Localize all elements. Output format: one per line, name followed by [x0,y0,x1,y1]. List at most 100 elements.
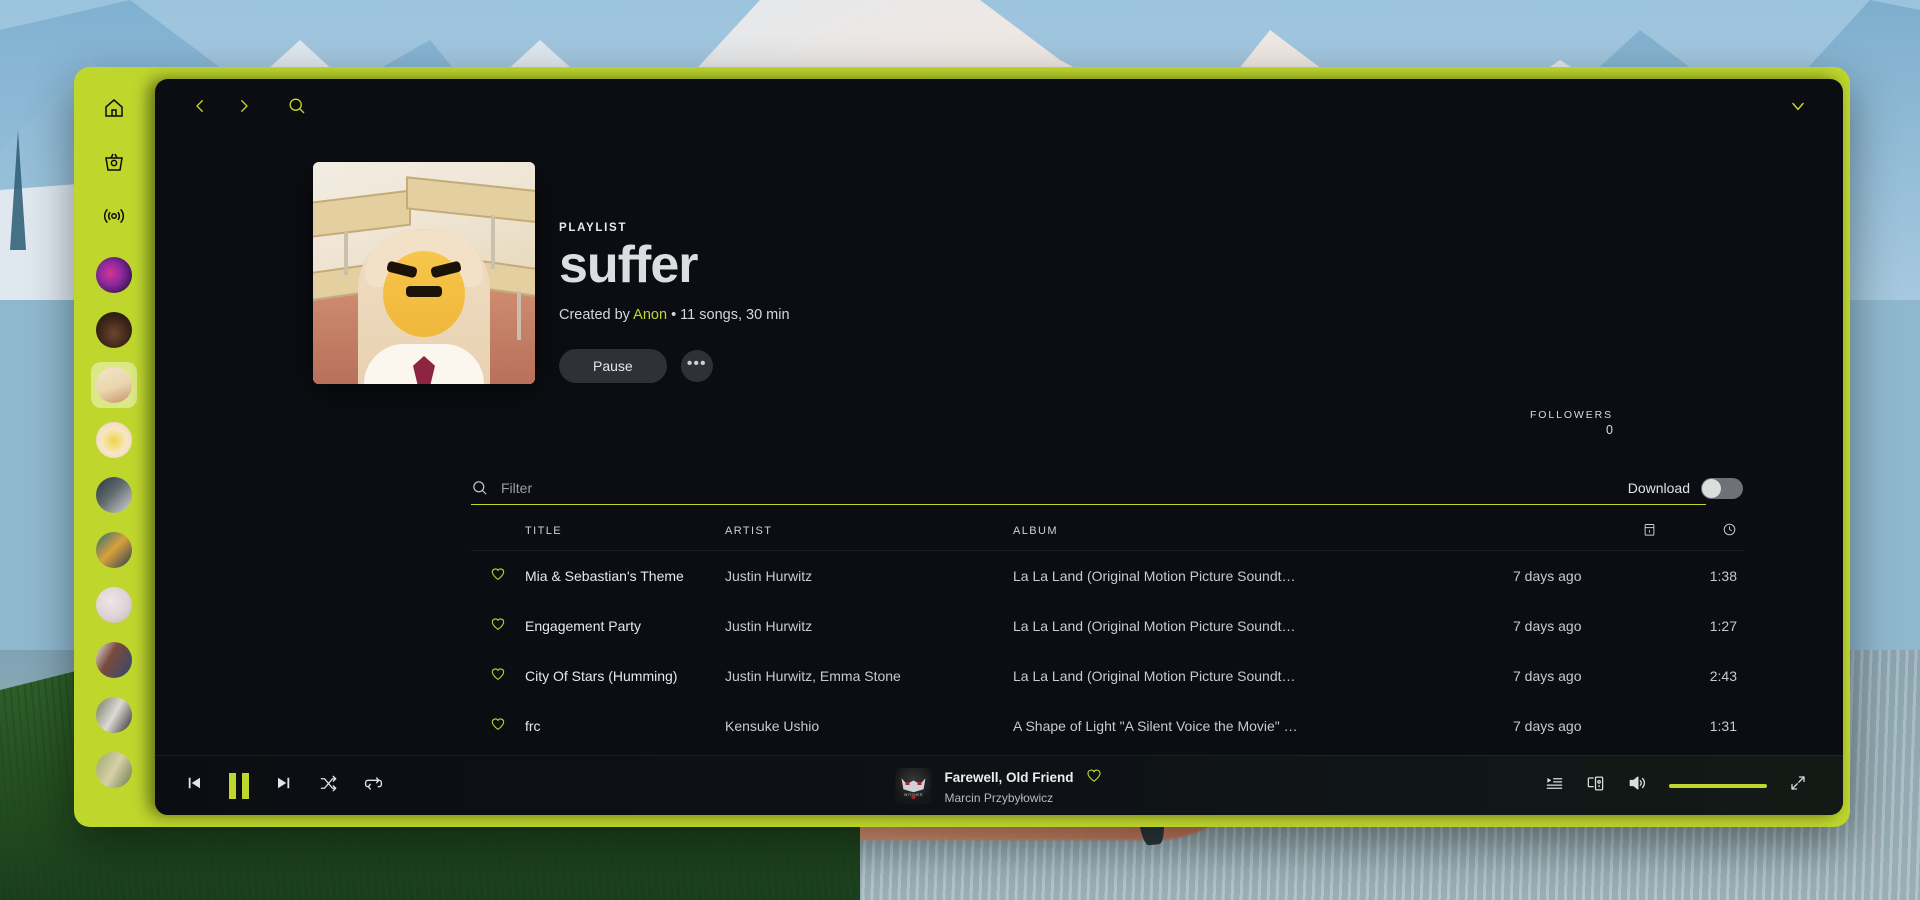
track-duration: 1:27 [1709,618,1737,634]
playlist-type-label: PLAYLIST [559,222,628,235]
track-album[interactable]: La La Land (Original Motion Picture Soun… [1013,668,1513,684]
track-album[interactable]: A Shape of Light "A Silent Voice the Mov… [1013,718,1513,734]
shuffle-icon [319,774,338,798]
track-list: TITLE ARTIST ALBUM Mia & Sebastian's The… [471,511,1743,755]
avatar [96,587,132,623]
track-date-added: 7 days ago [1513,668,1582,684]
volume-button[interactable] [1627,773,1647,798]
heart-icon [490,716,506,737]
sidebar-item-radio[interactable] [92,189,136,243]
topbar [155,79,1843,137]
track-artist[interactable]: Justin Hurwitz [725,618,1013,634]
track-artist[interactable]: Kensuke Ushio [725,718,1013,734]
column-header-album[interactable]: ALBUM [1013,525,1513,537]
volume-high-icon [1627,773,1647,798]
filter-field[interactable] [471,471,1706,505]
broadcast-icon [102,204,126,228]
sidebar-item-home[interactable] [92,81,136,135]
track-artist[interactable]: Justin Hurwitz [725,568,1013,584]
sidebar-playlist-6[interactable] [91,527,137,573]
heart-icon [490,616,506,637]
followers-label: FOLLOWERS [1529,409,1613,421]
track-date-added: 7 days ago [1513,568,1582,584]
track-album[interactable]: La La Land (Original Motion Picture Soun… [1013,568,1513,584]
column-header-title[interactable]: TITLE [525,525,725,537]
avatar [96,752,132,788]
chevron-left-icon [191,97,209,120]
created-by-label: Created by [559,307,634,323]
table-header-row: TITLE ARTIST ALBUM [471,511,1743,551]
like-button[interactable] [1086,767,1103,789]
followers-box: FOLLOWERS 0 [1530,409,1613,437]
playlist-actions: Pause ••• [559,349,790,383]
chevron-right-icon [235,97,253,120]
track-title: City Of Stars (Humming) [525,668,678,684]
track-rows-container: Mia & Sebastian's Theme Justin Hurwitz La … [471,551,1743,755]
table-row[interactable]: Mia & Sebastian's Theme Justin Hurwitz La … [471,551,1743,601]
play-pause-button[interactable] [229,772,249,799]
player-transport-controls [155,772,383,799]
column-header-duration[interactable] [1663,522,1743,540]
creator-link[interactable]: Anon [633,307,667,323]
search-button[interactable] [279,91,313,125]
track-album[interactable]: La La Land (Original Motion Picture Soun… [1013,618,1513,634]
track-date-added: 7 days ago [1513,618,1582,634]
filter-input[interactable] [501,479,1706,496]
ellipsis-icon: ••• [686,354,707,372]
table-row[interactable]: frc Kensuke Ushio A Shape of Light "A Sile… [471,701,1743,751]
now-playing: WITCHER Farewell, Old Friend Marcin Przy… [895,767,1102,805]
like-button[interactable] [471,566,525,587]
calendar-icon [1642,522,1657,540]
sidebar-playlist-10[interactable] [91,747,137,793]
sidebar [74,67,154,827]
track-artist[interactable]: Justin Hurwitz, Emma Stone [725,668,1013,684]
sidebar-playlist-9[interactable] [91,692,137,738]
next-button[interactable] [275,774,293,797]
repeat-button[interactable] [364,774,383,798]
now-playing-title: Farewell, Old Friend [944,770,1074,785]
connect-device-button[interactable] [1586,774,1605,798]
avatar [96,532,132,568]
download-toggle[interactable] [1701,477,1743,499]
more-options-button[interactable]: ••• [680,350,713,382]
fullscreen-button[interactable] [1789,774,1807,797]
sidebar-playlist-5[interactable] [91,472,137,518]
track-duration: 1:38 [1709,568,1737,584]
repeat-icon [364,774,383,798]
back-button[interactable] [183,91,217,125]
sidebar-playlist-8[interactable] [91,637,137,683]
column-header-date-added[interactable] [1513,522,1663,540]
playlist-cover-art[interactable] [313,162,535,384]
forward-button[interactable] [227,91,261,125]
sidebar-playlist-7[interactable] [91,582,137,628]
wolf-medallion-icon [901,778,926,793]
like-button[interactable] [471,666,525,687]
search-icon [471,479,488,496]
heart-icon [490,566,506,587]
sidebar-playlist-3[interactable] [91,362,137,408]
pause-button[interactable]: Pause [559,349,667,383]
now-playing-text: Farewell, Old Friend Marcin Przybyłowicz [944,767,1102,805]
table-row[interactable]: Engagement Party Justin Hurwitz La La Land… [471,601,1743,651]
skip-next-icon [275,774,293,797]
table-row[interactable]: City Of Stars (Humming) Justin Hurwitz, E… [471,651,1743,701]
music-app-window: PLAYLIST suffer Created by Anon • 11 son… [74,67,1850,827]
like-button[interactable] [471,616,525,637]
track-title: Engagement Party [525,618,641,634]
now-playing-artwork[interactable]: WITCHER [895,767,932,804]
previous-button[interactable] [185,774,203,797]
queue-button[interactable] [1545,774,1564,798]
collapse-button[interactable] [1781,91,1815,125]
skip-previous-icon [185,774,203,797]
shuffle-button[interactable] [319,774,338,798]
sidebar-playlist-1[interactable] [91,252,137,298]
volume-slider[interactable] [1669,783,1767,788]
like-button[interactable] [471,716,525,737]
clock-icon [1722,522,1737,540]
track-duration: 1:31 [1709,718,1737,734]
sidebar-item-library[interactable] [92,135,136,189]
column-header-artist[interactable]: ARTIST [725,525,1013,537]
sidebar-playlist-4[interactable] [91,417,137,463]
sidebar-playlist-2[interactable] [91,307,137,353]
track-duration: 2:43 [1709,668,1737,684]
